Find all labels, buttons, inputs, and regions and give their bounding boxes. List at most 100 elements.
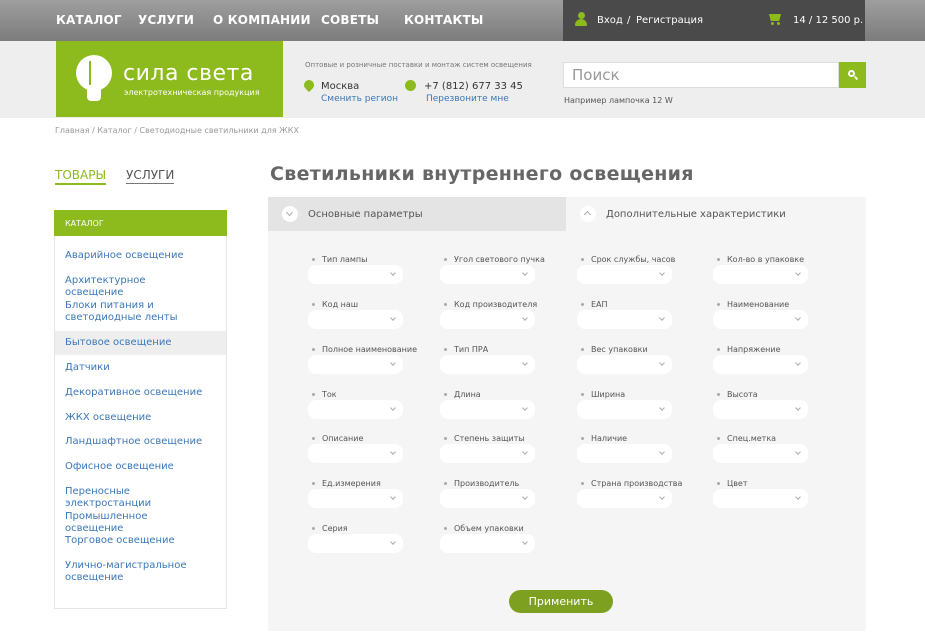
- nav-services[interactable]: УСЛУГИ: [138, 13, 194, 27]
- filter-field-select[interactable]: [713, 310, 808, 329]
- user-icon: [575, 12, 587, 26]
- catalog-sidebar: КАТАЛОГ Аварийное освещение Архитектурное…: [54, 210, 227, 609]
- tab-extra-params[interactable]: Дополнительные характеристики: [566, 197, 866, 231]
- filter-field-select[interactable]: [440, 310, 535, 329]
- filter-field-select[interactable]: [308, 265, 403, 284]
- sidebar-item[interactable]: Архитектурное освещение: [55, 275, 205, 299]
- filter-field-label: Полное наименование: [308, 345, 417, 354]
- filter-field: Серия: [308, 524, 434, 560]
- filter-field: Срок службы, часов: [577, 255, 703, 291]
- sidebar-item[interactable]: ЖКХ освещение: [55, 412, 205, 424]
- search-input[interactable]: [563, 62, 839, 88]
- filter-field-select[interactable]: [440, 355, 535, 374]
- filter-field-select[interactable]: [577, 310, 672, 329]
- sidebar-item[interactable]: Переносные электростанции: [55, 486, 205, 510]
- sidebar-item[interactable]: Аварийное освещение: [55, 250, 205, 262]
- filter-field-select[interactable]: [440, 265, 535, 284]
- filter-field-select[interactable]: [308, 355, 403, 374]
- filter-field-label: Страна производства: [577, 479, 682, 488]
- search-hint: Например лампочка 12 W: [564, 96, 673, 105]
- bulb-icon: [76, 55, 112, 103]
- filter-field-select[interactable]: [440, 444, 535, 463]
- sidebar-item[interactable]: Офисное освещение: [55, 461, 205, 473]
- sidebar-item[interactable]: Торговое освещение: [55, 535, 205, 547]
- nav-contacts[interactable]: КОНТАКТЫ: [404, 13, 484, 27]
- logo-subtitle: электротехническая продукция: [124, 88, 260, 97]
- nav-tips[interactable]: СОВЕТЫ: [321, 13, 379, 27]
- filter-field-select[interactable]: [308, 489, 403, 508]
- filter-field-select[interactable]: [440, 489, 535, 508]
- cart-summary[interactable]: 14 / 12 500 р.: [793, 15, 863, 26]
- filter-field-label: Длина: [440, 390, 481, 399]
- filter-field-select[interactable]: [713, 265, 808, 284]
- filter-field-select[interactable]: [440, 400, 535, 419]
- filter-panel: Основные параметры Дополнительные характ…: [268, 197, 866, 631]
- city: Москва: [321, 81, 360, 92]
- logo-name: сила света: [123, 61, 254, 86]
- filter-field-select[interactable]: [713, 400, 808, 419]
- filter-field-label: Наличие: [577, 434, 627, 443]
- filter-field-select[interactable]: [577, 444, 672, 463]
- filter-field-label: Производитель: [440, 479, 519, 488]
- apply-button[interactable]: Применить: [509, 590, 613, 613]
- search-button[interactable]: [839, 62, 866, 88]
- filter-field-select[interactable]: [713, 355, 808, 374]
- sidebar-item[interactable]: Промышленное освещение: [55, 511, 205, 535]
- filter-field: Цвет: [713, 479, 839, 515]
- sidebar-item[interactable]: Бытовое освещение: [55, 331, 226, 355]
- filter-field-label: Вес упаковки: [577, 345, 648, 354]
- filter-field: Высота: [713, 390, 839, 426]
- filter-field-select[interactable]: [713, 444, 808, 463]
- breadcrumb-catalog[interactable]: Каталог: [97, 126, 131, 135]
- chevron-down-icon: [282, 206, 298, 222]
- breadcrumb: Главная / Каталог / Светодиодные светиль…: [55, 126, 299, 135]
- filter-field-select[interactable]: [577, 355, 672, 374]
- cart-icon[interactable]: [768, 12, 782, 26]
- user-bar: Вход / Регистрация 14 / 12 500 р.: [563, 0, 865, 41]
- filter-field-select[interactable]: [577, 265, 672, 284]
- filter-field-label: Ед.измерения: [308, 479, 381, 488]
- filter-field-label: Тип лампы: [308, 255, 367, 264]
- filter-field-select[interactable]: [308, 400, 403, 419]
- tagline: Оптовые и розничные поставки и монтаж си…: [305, 61, 532, 69]
- filter-field-select[interactable]: [308, 310, 403, 329]
- login-link[interactable]: Вход: [597, 15, 623, 26]
- filter-field: Напряжение: [713, 345, 839, 381]
- sidebar-item[interactable]: Блоки питания и светодиодные ленты: [55, 300, 205, 324]
- filter-field-label: Ток: [308, 390, 337, 399]
- filter-field: Код производителя: [440, 300, 566, 336]
- filter-field: Кол-во в упаковке: [713, 255, 839, 291]
- callback-link[interactable]: Перезвоните мне: [426, 94, 509, 104]
- change-region-link[interactable]: Сменить регион: [321, 94, 398, 104]
- filter-field-select[interactable]: [440, 534, 535, 553]
- nav-about[interactable]: О КОМПАНИИ: [213, 13, 311, 27]
- nav-catalog[interactable]: КАТАЛОГ: [56, 13, 122, 27]
- filter-field-label: Высота: [713, 390, 758, 399]
- breadcrumb-home[interactable]: Главная: [55, 126, 90, 135]
- sidebar-item[interactable]: Улично-магистральное освещение: [55, 560, 205, 584]
- filter-field-label: Тип ПРА: [440, 345, 488, 354]
- filter-field-select[interactable]: [308, 444, 403, 463]
- filter-field-select[interactable]: [308, 534, 403, 553]
- filter-field: Степень защиты: [440, 434, 566, 470]
- tab-main-params[interactable]: Основные параметры: [268, 197, 566, 231]
- filter-field: Объем упаковки: [440, 524, 566, 560]
- sidebar-item[interactable]: Датчики: [55, 362, 205, 374]
- filter-field-label: Срок службы, часов: [577, 255, 675, 264]
- tab-services[interactable]: УСЛУГИ: [126, 168, 175, 184]
- sidebar-item[interactable]: Декоративное освещение: [55, 387, 205, 399]
- filter-field-select[interactable]: [577, 400, 672, 419]
- login-separator: /: [627, 15, 631, 26]
- filter-field: Страна производства: [577, 479, 703, 515]
- filter-field-label: Серия: [308, 524, 348, 533]
- breadcrumb-current: Светодиодные светильники для ЖКХ: [139, 126, 299, 135]
- register-link[interactable]: Регистрация: [636, 15, 703, 26]
- tab-goods[interactable]: ТОВАРЫ: [55, 168, 107, 185]
- filter-field-label: Кол-во в упаковке: [713, 255, 804, 264]
- filter-field-select[interactable]: [577, 489, 672, 508]
- filter-field-select[interactable]: [713, 489, 808, 508]
- sidebar-item[interactable]: Ландшафтное освещение: [55, 436, 205, 448]
- filter-field-label: Спец.метка: [713, 434, 776, 443]
- logo[interactable]: сила света электротехническая продукция: [56, 41, 283, 117]
- filter-field: Спец.метка: [713, 434, 839, 470]
